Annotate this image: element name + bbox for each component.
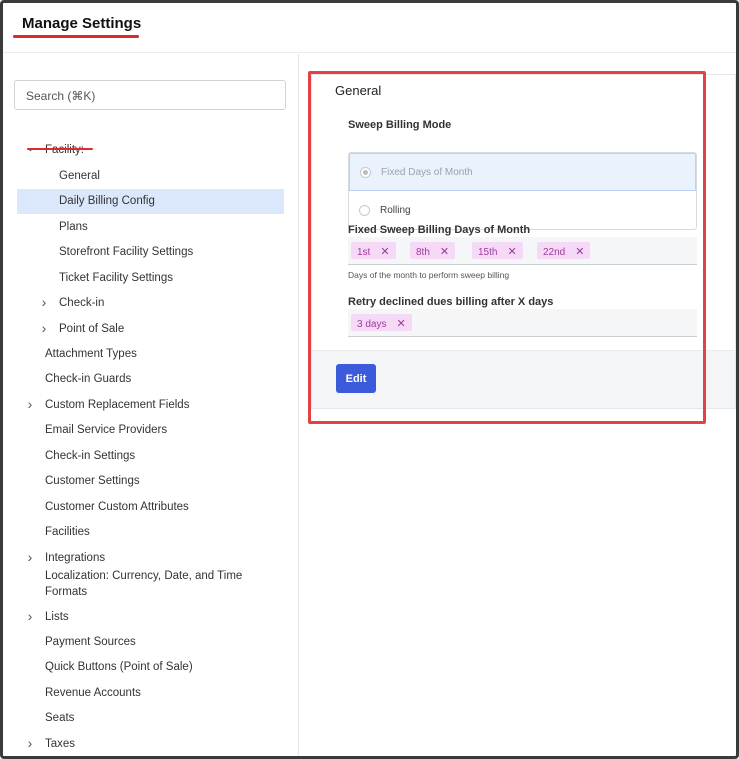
sidebar-item-label: Daily Billing Config — [59, 195, 155, 207]
sidebar-item[interactable]: Attachment Types — [17, 342, 284, 367]
sidebar-item[interactable]: Customer Settings — [17, 469, 284, 494]
sidebar-item[interactable]: Email Service Providers — [17, 418, 284, 443]
sidebar-item-label: Lists — [45, 611, 69, 623]
sidebar-item[interactable]: Localization: Currency, Date, and Time F… — [17, 566, 284, 600]
sidebar-item-label: Payment Sources — [45, 636, 136, 648]
sidebar-item[interactable]: Payment Sources — [17, 630, 284, 655]
sidebar-item-label: Check-in Settings — [45, 450, 136, 462]
sidebar-item[interactable]: Check-in Guards — [17, 367, 284, 392]
sidebar-item-label: Localization: Currency, Date, and Time F… — [45, 570, 243, 598]
sidebar-item-label: General — [59, 170, 100, 182]
sidebar-item-label: Integrations — [45, 552, 106, 564]
search-input[interactable]: Search (⌘K) — [14, 80, 286, 110]
main-content: General Sweep Billing Mode Fixed Days of… — [300, 54, 736, 756]
sidebar-item[interactable]: › Custom Replacement Fields — [17, 393, 284, 418]
sidebar-item-label: Custom Replacement Fields — [45, 399, 190, 411]
sidebar-item-label: Quick Buttons (Point of Sale) — [45, 661, 193, 673]
sidebar-item-label: Point of Sale — [59, 323, 125, 335]
sidebar-item[interactable]: › Lists — [17, 605, 284, 630]
sidebar-item-label: Email Service Providers — [45, 424, 168, 436]
sidebar-item-label: Plans — [59, 221, 88, 233]
header: Manage Settings — [3, 3, 736, 53]
sidebar-item-label: Facility: — [45, 144, 84, 156]
chevron-right-icon[interactable]: › — [25, 735, 35, 751]
sidebar-item-label: Taxes — [45, 738, 76, 750]
sidebar-item-label: Ticket Facility Settings — [59, 272, 173, 284]
sidebar-item[interactable]: › Point of Sale — [17, 317, 284, 342]
page-title: Manage Settings — [22, 15, 142, 32]
chevron-right-icon[interactable]: › — [39, 294, 49, 310]
sidebar-item[interactable]: Revenue Accounts — [17, 681, 284, 706]
facility-annotation-underline — [27, 148, 93, 150]
chevron-right-icon[interactable]: › — [25, 396, 35, 412]
sidebar-item[interactable]: › Taxes — [17, 732, 284, 756]
sidebar-item[interactable]: Storefront Facility Settings — [17, 240, 284, 265]
sidebar-item[interactable]: Quick Buttons (Point of Sale) — [17, 655, 284, 680]
sidebar-item-label: Facilities — [45, 526, 90, 538]
sidebar-item[interactable]: Daily Billing Config — [17, 189, 284, 214]
sidebar-item-label: Check-in — [59, 297, 105, 309]
title-annotation-underline — [13, 35, 139, 38]
sidebar-item[interactable]: Plans — [17, 215, 284, 240]
chevron-down-icon[interactable]: ⌄ — [25, 139, 36, 155]
sidebar-item[interactable]: Facilities — [17, 520, 284, 545]
chevron-right-icon[interactable]: › — [39, 320, 49, 336]
sidebar-item-label: Seats — [45, 712, 75, 724]
chevron-right-icon[interactable]: › — [25, 549, 35, 565]
sidebar-item-label: Storefront Facility Settings — [59, 246, 194, 258]
sidebar-item[interactable]: Check-in Settings — [17, 444, 284, 469]
sidebar-item-label: Revenue Accounts — [45, 687, 141, 699]
sidebar-item[interactable]: General — [17, 164, 284, 189]
sidebar-item-label: Customer Custom Attributes — [45, 501, 189, 513]
app-window: Manage Settings Search (⌘K) ⌄ Facility: G… — [0, 0, 739, 759]
highlight-annotation-box — [308, 71, 706, 424]
sidebar-item-label: Customer Settings — [45, 475, 140, 487]
sidebar: Search (⌘K) ⌄ Facility: General Daily Bill… — [3, 54, 299, 756]
sidebar-item[interactable]: ⌄ Facility: — [17, 138, 284, 163]
chevron-right-icon[interactable]: › — [25, 608, 35, 624]
sidebar-item[interactable]: › Check-in — [17, 291, 284, 316]
sidebar-item[interactable]: Seats — [17, 706, 284, 731]
sidebar-item[interactable]: Customer Custom Attributes — [17, 495, 284, 520]
sidebar-item-label: Attachment Types — [45, 348, 137, 360]
sidebar-item-label: Check-in Guards — [45, 373, 132, 385]
sidebar-item[interactable]: Ticket Facility Settings — [17, 266, 284, 291]
